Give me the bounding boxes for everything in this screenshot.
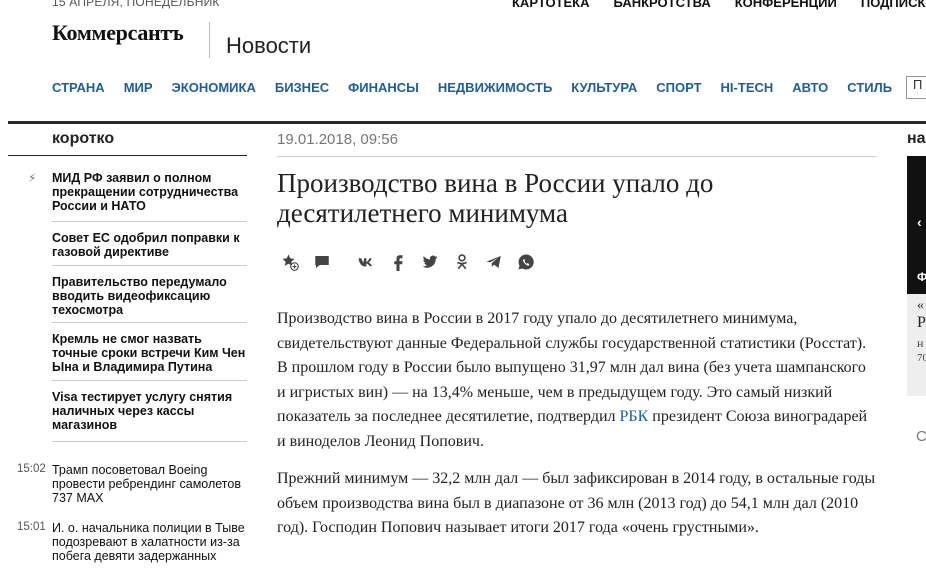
sidebar-title: коротко [52, 130, 115, 147]
news-item[interactable]: Трамп посоветовал Boeing провести ребрен… [52, 463, 247, 505]
vk-icon[interactable] [357, 253, 379, 275]
top-link-konferencii[interactable]: КОНФЕРЕНЦИИ [735, 0, 837, 10]
brief-divider [52, 265, 247, 266]
article-date: 19.01.2018, 09:56 [277, 131, 398, 148]
telegram-icon[interactable] [485, 253, 507, 275]
brief-item[interactable]: Совет ЕС одобрил поправки к газовой дире… [52, 231, 247, 259]
section-title[interactable]: Новости [226, 33, 311, 59]
facebook-icon[interactable] [389, 253, 411, 275]
brief-item[interactable]: Кремль не смог назвать точные сроки встр… [52, 332, 247, 374]
main-nav: СТРАНА МИР ЭКОНОМИКА БИЗНЕС ФИНАНСЫ НЕДВ… [52, 80, 892, 95]
right-card[interactable]: « Р н 70 [907, 294, 926, 396]
odnoklassniki-icon[interactable] [453, 253, 475, 275]
site-logo[interactable]: Коммерсантъ [52, 20, 184, 46]
right-promo-label: Ф [917, 270, 926, 284]
brief-divider [52, 441, 247, 442]
top-link-podpiska[interactable]: ПОДПИСКА [861, 0, 926, 10]
brief-item[interactable]: Правительство передумало вводить видеофи… [52, 275, 247, 317]
nav-item-finansy[interactable]: ФИНАНСЫ [348, 80, 419, 95]
brief-divider [52, 380, 247, 381]
top-link-kartoteka[interactable]: КАРТОТЕКА [512, 0, 590, 10]
twitter-icon[interactable] [421, 253, 443, 275]
brief-item[interactable]: Visa тестирует услугу снятия наличных че… [52, 390, 247, 432]
article-title: Производство вина в России упало до деся… [277, 168, 714, 228]
right-card-text: н [917, 336, 924, 350]
nav-item-hitech[interactable]: HI-TECH [721, 80, 774, 95]
news-time: 15:02 [17, 463, 46, 475]
right-card-quote: « [917, 298, 924, 313]
brief-divider [52, 322, 247, 323]
nav-item-nedvizhimost[interactable]: НЕДВИЖИМОСТЬ [438, 80, 552, 95]
source-link[interactable]: РБК [620, 408, 649, 425]
article-paragraph: Производство вина в России в 2017 году у… [277, 307, 877, 454]
right-card-letter: Р [917, 314, 926, 331]
right-column-title: на [907, 130, 926, 147]
nav-item-strana[interactable]: СТРАНА [52, 80, 105, 95]
sidebar-title-rule [8, 155, 247, 156]
brief-item[interactable]: МИД РФ заявил о полном прекращении сотру… [52, 171, 247, 213]
header-rule [8, 121, 926, 124]
lightning-icon: ⚡ [28, 171, 37, 185]
news-item[interactable]: И. о. начальника полиции в Тыве подозрев… [52, 521, 247, 563]
current-date: 15 АПРЕЛЯ, ПОНЕДЕЛЬНИК [52, 0, 220, 9]
share-bar [281, 253, 549, 275]
top-links: КАРТОТЕКА БАНКРОТСТВА КОНФЕРЕНЦИИ ПОДПИС… [512, 0, 926, 10]
brief-divider [52, 221, 247, 222]
top-link-bankrotstva[interactable]: БАНКРОТСТВА [614, 0, 711, 10]
chevron-left-icon[interactable]: ‹ [917, 214, 922, 230]
nav-item-biznes[interactable]: БИЗНЕС [275, 80, 329, 95]
nav-item-mir[interactable]: МИР [124, 80, 153, 95]
nav-item-kultura[interactable]: КУЛЬТУРА [571, 80, 637, 95]
right-card-number: 70 [917, 352, 926, 364]
nav-item-avto[interactable]: АВТО [792, 80, 828, 95]
nav-item-ekonomika[interactable]: ЭКОНОМИКА [172, 80, 256, 95]
comment-icon[interactable] [313, 253, 335, 275]
logo-divider [209, 22, 210, 58]
article-date-rule [277, 156, 877, 157]
nav-item-sport[interactable]: СПОРТ [656, 80, 701, 95]
favorite-star-icon[interactable] [281, 253, 303, 275]
nav-item-stil[interactable]: СТИЛЬ [847, 80, 892, 95]
search-box[interactable]: П [906, 76, 926, 99]
right-column-text: С [916, 428, 926, 445]
whatsapp-icon[interactable] [517, 253, 539, 275]
news-time: 15:01 [17, 521, 46, 533]
article-paragraph: Прежний минимум — 32,2 млн дал — был заф… [277, 470, 876, 536]
